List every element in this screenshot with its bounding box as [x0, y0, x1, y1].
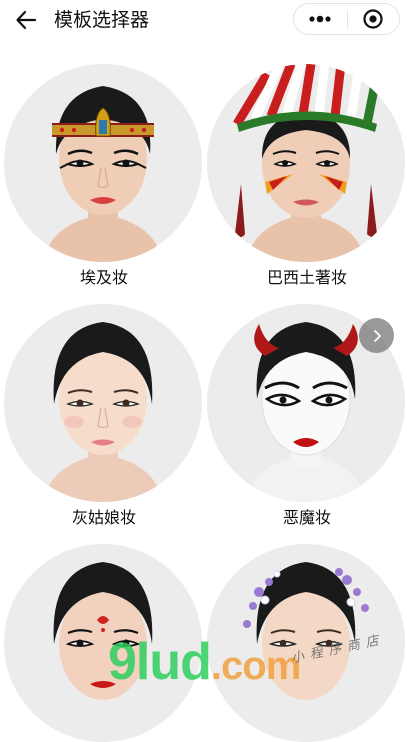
close-button[interactable]: [347, 4, 399, 34]
face-illustration: [44, 86, 162, 262]
watermark-logo-text: 9lud: [108, 633, 212, 691]
next-page-button[interactable]: [359, 318, 394, 353]
template-thumbnail: [207, 64, 405, 262]
back-button[interactable]: [12, 6, 40, 34]
more-button[interactable]: [294, 4, 347, 34]
template-label: 巴西土著妆: [266, 268, 347, 287]
watermark-logo: 9lud.com: [108, 632, 301, 692]
template-label: 恶魔妆: [282, 508, 331, 527]
chevron-right-icon: [373, 329, 381, 342]
template-thumbnail: [4, 304, 202, 502]
template-thumbnail: [4, 64, 202, 262]
template-label: 灰姑娘妆: [71, 508, 136, 527]
template-label: 埃及妆: [79, 268, 128, 287]
top-bar: 模板选择器: [0, 0, 407, 40]
more-dots-icon: [309, 15, 331, 23]
face-illustration: [44, 322, 162, 502]
mini-program-capsule: [293, 3, 400, 35]
arrow-left-icon: [16, 10, 37, 30]
face-illustration: [233, 64, 382, 262]
page-title: 模板选择器: [54, 9, 150, 31]
watermark-logo-suffix: .com: [210, 644, 301, 688]
target-circle-icon: [363, 9, 383, 29]
